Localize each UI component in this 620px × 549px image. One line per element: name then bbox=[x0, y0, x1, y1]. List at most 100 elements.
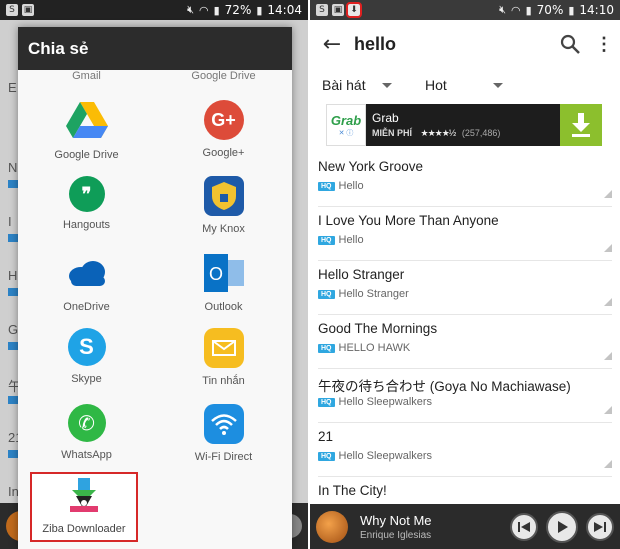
ad-free-label: MIỄN PHÍ bbox=[372, 128, 413, 138]
song-title: 21 bbox=[318, 429, 334, 444]
song-menu-corner-icon[interactable] bbox=[604, 406, 612, 414]
messages-icon bbox=[203, 328, 244, 368]
ad-app-logo: Grab ✕ ⓘ bbox=[326, 104, 366, 146]
bg-text: I bbox=[8, 214, 12, 229]
share-app-wifi-direct[interactable]: Wi-Fi Direct bbox=[155, 404, 292, 463]
song-album: Hello Sleepwalkers bbox=[338, 450, 433, 462]
genre-dropdown[interactable]: Bài hát bbox=[322, 70, 417, 100]
song-subtitle: HQ Hello bbox=[318, 234, 364, 246]
hq-badge: HQ bbox=[318, 289, 335, 299]
google-drive-icon bbox=[65, 100, 108, 142]
share-app-google-drive-cut[interactable]: Google Drive bbox=[155, 70, 292, 82]
search-toolbar: ← hello ⋮ bbox=[310, 20, 620, 68]
share-app-label: OneDrive bbox=[63, 301, 110, 313]
song-row[interactable]: 21 HQ Hello Sleepwalkers bbox=[318, 423, 612, 477]
hq-badge: HQ bbox=[318, 181, 335, 191]
song-row[interactable]: New York Groove HQ Hello bbox=[318, 153, 612, 207]
sort-dropdown-label: Hot bbox=[425, 77, 447, 93]
previous-track-icon[interactable] bbox=[510, 512, 538, 541]
battery-icon: ▮ bbox=[568, 3, 575, 17]
share-app-label: Skype bbox=[71, 373, 102, 385]
back-arrow-icon[interactable]: ← bbox=[310, 32, 354, 57]
bg-tag bbox=[8, 450, 18, 458]
share-sheet-title: Chia sẻ bbox=[18, 27, 292, 70]
svg-text:O: O bbox=[208, 264, 222, 284]
song-title: I Love You More Than Anyone bbox=[318, 213, 499, 228]
song-menu-corner-icon[interactable] bbox=[604, 460, 612, 468]
song-menu-corner-icon[interactable] bbox=[604, 244, 612, 252]
mute-icon: 🔇︎ bbox=[499, 3, 506, 16]
chevron-down-icon bbox=[492, 82, 503, 88]
skype-notification-icon: S bbox=[316, 4, 328, 16]
share-app-ziba-downloader[interactable]: Ziba Downloader bbox=[30, 472, 138, 542]
song-list: New York Groove HQ Hello I Love You More … bbox=[310, 153, 620, 531]
ad-rating-stars: ★★★★½ bbox=[420, 128, 457, 138]
clock: 14:04 bbox=[267, 3, 302, 17]
hq-badge: HQ bbox=[318, 397, 335, 407]
song-subtitle: HQ Hello Sleepwalkers bbox=[318, 450, 432, 462]
song-row[interactable]: I Love You More Than Anyone HQ Hello bbox=[318, 207, 612, 261]
battery-icon: ▮ bbox=[256, 3, 263, 17]
now-playing-info: Why Not Me Enrique Iglesias bbox=[348, 513, 510, 541]
bg-text: G bbox=[8, 322, 19, 337]
status-bar: S ▣ ⬇ 🔇︎ ◠ ▮ 70% ▮ 14:10 bbox=[310, 0, 620, 20]
share-app-label: WhatsApp bbox=[61, 449, 112, 461]
wifi-direct-icon bbox=[203, 404, 244, 444]
share-app-label: Ziba Downloader bbox=[42, 523, 126, 535]
share-app-hangouts[interactable]: ❞ Hangouts bbox=[18, 176, 155, 231]
song-menu-corner-icon[interactable] bbox=[604, 352, 612, 360]
song-menu-corner-icon[interactable] bbox=[604, 190, 612, 198]
sort-dropdown[interactable]: Hot bbox=[425, 70, 503, 100]
share-app-onedrive[interactable]: OneDrive bbox=[18, 252, 155, 313]
clock: 14:10 bbox=[579, 3, 614, 17]
chevron-down-icon bbox=[381, 82, 392, 88]
ad-banner[interactable]: Grab ✕ ⓘ Grab MIỄN PHÍ ★★★★½ (257,486) bbox=[326, 104, 602, 146]
share-app-skype[interactable]: S Skype bbox=[18, 328, 155, 385]
ad-download-button[interactable] bbox=[560, 104, 602, 146]
mini-player[interactable]: Why Not Me Enrique Iglesias bbox=[310, 504, 620, 549]
battery-percent: 70% bbox=[536, 3, 564, 17]
share-app-outlook[interactable]: O Outlook bbox=[155, 252, 292, 313]
wifi-icon: ◠ bbox=[511, 3, 521, 17]
ad-logo-text: Grab bbox=[330, 112, 362, 128]
mute-icon: 🔇︎ bbox=[187, 3, 194, 16]
signal-icon: ▮ bbox=[213, 3, 220, 17]
share-app-my-knox[interactable]: My Knox bbox=[155, 176, 292, 235]
onedrive-icon bbox=[66, 252, 108, 294]
gallery-notification-icon: ▣ bbox=[22, 4, 34, 16]
google-plus-icon: G+ bbox=[203, 100, 244, 140]
left-screen: S ▣ 🔇︎ ◠ ▮ 72% ▮ 14:04 E N I H G 午 21 In… bbox=[0, 0, 308, 549]
song-row[interactable]: Hello Stranger HQ Hello Stranger bbox=[318, 261, 612, 315]
song-menu-corner-icon[interactable] bbox=[604, 298, 612, 306]
song-row[interactable]: 午夜の待ち合わせ (Goya No Machiawase) HQ Hello Sl… bbox=[318, 369, 612, 423]
play-icon[interactable] bbox=[546, 510, 578, 543]
skype-notification-icon: S bbox=[6, 4, 18, 16]
share-app-gmail[interactable]: Gmail bbox=[18, 70, 155, 82]
skype-icon: S bbox=[67, 328, 106, 366]
song-title: In The City! bbox=[318, 483, 387, 498]
ad-choices-icon[interactable]: ✕ ⓘ bbox=[339, 128, 354, 138]
more-options-icon[interactable]: ⋮ bbox=[588, 34, 620, 55]
status-bar: S ▣ 🔇︎ ◠ ▮ 72% ▮ 14:04 bbox=[0, 0, 308, 20]
ad-details: MIỄN PHÍ ★★★★½ (257,486) bbox=[372, 128, 560, 139]
search-icon[interactable] bbox=[552, 26, 588, 62]
signal-icon: ▮ bbox=[525, 3, 532, 17]
song-row[interactable]: Good The Mornings HQ HELLO HAWK bbox=[318, 315, 612, 369]
song-subtitle: HQ Hello Sleepwalkers bbox=[318, 396, 432, 408]
download-notification-icon[interactable]: ⬇ bbox=[346, 2, 362, 18]
song-title: Good The Mornings bbox=[318, 321, 438, 336]
bg-text: E bbox=[8, 80, 17, 95]
album-art bbox=[316, 510, 348, 543]
ziba-downloader-icon bbox=[32, 474, 136, 518]
share-app-label: Google Drive bbox=[54, 149, 119, 161]
next-track-icon[interactable] bbox=[586, 512, 614, 541]
song-title: New York Groove bbox=[318, 159, 424, 174]
song-title: Hello Stranger bbox=[318, 267, 405, 282]
share-app-google-drive[interactable]: Google Drive bbox=[18, 100, 155, 161]
share-app-whatsapp[interactable]: ✆ WhatsApp bbox=[18, 404, 155, 461]
share-app-messages[interactable]: Tin nhắn bbox=[155, 328, 292, 387]
search-query[interactable]: hello bbox=[354, 34, 552, 55]
song-album: Hello Stranger bbox=[338, 288, 409, 300]
battery-percent: 72% bbox=[224, 3, 252, 17]
share-app-google-plus[interactable]: G+ Google+ bbox=[155, 100, 292, 159]
